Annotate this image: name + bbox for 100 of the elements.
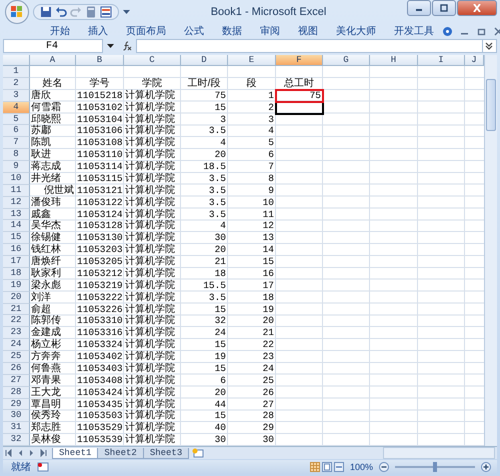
table-cell-text: 3.5 [208,172,227,185]
row-header[interactable]: 30 [3,410,30,422]
row-header[interactable]: 4 [3,102,30,114]
table-cell-text: 计算机学院 [124,398,176,410]
row-header[interactable]: 13 [3,208,30,220]
table-cell-text: 6 [267,149,275,161]
office-button[interactable] [5,0,29,24]
row-header[interactable]: 31 [3,422,30,434]
row-header[interactable]: 22 [3,315,30,328]
row-header[interactable]: 17 [3,256,30,268]
help-icon[interactable] [443,26,452,36]
save-icon[interactable] [40,6,52,18]
table-cell-text: 6 [219,374,227,387]
ribbon-tab[interactable]: 插入 [79,24,117,38]
insert-sheet-icon[interactable] [191,448,206,458]
column-header[interactable]: F [276,55,323,66]
row-header[interactable]: 6 [3,125,30,138]
column-header[interactable]: C [124,55,181,66]
row-header[interactable]: 7 [3,137,30,150]
table-cell-text: 计算机学院 [124,220,176,232]
row-header[interactable]: 26 [3,362,30,375]
ribbon-tab[interactable]: 页面布局 [117,24,175,38]
row-header[interactable]: 20 [3,292,30,304]
formula-input[interactable] [136,39,483,53]
table-cell-text: 计算机学院 [124,114,176,124]
ribbon-tab[interactable]: 视图 [289,24,327,38]
row-header[interactable]: 1 [3,66,30,78]
expand-icon[interactable] [484,41,494,51]
row-header[interactable]: 3 [3,90,30,102]
dropdown-icon[interactable] [107,43,114,49]
row-header[interactable]: 25 [3,351,30,363]
row-header[interactable]: 32 [3,434,30,446]
row-header[interactable]: 16 [3,244,30,256]
column-header[interactable]: H [370,55,418,66]
function-icon[interactable] [122,41,132,51]
zoom-out-icon[interactable] [379,462,389,472]
sheet-tab[interactable]: Sheet2 [97,448,144,458]
column-header[interactable]: D [181,55,228,66]
form-icon[interactable] [100,6,112,18]
dropdown-icon[interactable] [123,9,130,15]
row-header[interactable]: 8 [3,149,30,161]
slider-thumb[interactable] [433,462,437,472]
row-header[interactable]: 24 [3,339,30,351]
sheet-tab[interactable]: Sheet3 [142,448,190,458]
row-header[interactable]: 2 [3,78,30,90]
ribbon-tab[interactable]: 开发工具 [385,24,443,38]
column-header[interactable]: E [228,55,276,66]
table-cell-text: 耿家利 [30,268,62,280]
page-break-icon[interactable] [334,462,344,472]
ribbon-tab[interactable]: 数据 [213,24,251,38]
zoom-in-icon[interactable] [481,462,491,472]
column-header[interactable]: I [418,55,465,66]
row-header[interactable]: 27 [3,374,30,387]
macro-record-icon[interactable] [37,462,49,472]
minimize-button[interactable] [407,0,431,16]
ribbon-tab[interactable]: 公式 [175,24,213,38]
row-header[interactable]: 10 [3,172,30,185]
table-cell-text: 5 [267,137,275,150]
ribbon-tab[interactable]: 审阅 [251,24,289,38]
restore-button[interactable] [432,0,456,16]
row-header[interactable]: 14 [3,220,30,232]
column-header[interactable]: A [30,55,76,66]
ribbon-tab[interactable]: 开始 [41,24,79,38]
table-cell-text: 20 [262,315,275,328]
column-header[interactable]: B [76,55,124,66]
sheet-navigation-icon[interactable] [38,449,47,457]
sheet-navigation-icon[interactable] [5,449,14,457]
table-cell-text: 计算机学院 [124,125,176,136]
row-header[interactable]: 18 [3,268,30,280]
row-header[interactable]: 9 [3,161,30,173]
table-cell-text: 18 [262,292,275,304]
row-header[interactable]: 11 [3,184,30,197]
horizontal-scrollbar[interactable] [383,447,495,459]
row-header[interactable]: 12 [3,196,30,208]
table-cell-text: 15 [214,339,227,351]
ribbon-tab[interactable]: 美化大师 [327,24,385,38]
page-layout-icon[interactable] [322,462,332,472]
row-header[interactable]: 21 [3,304,30,316]
row-header[interactable]: 29 [3,398,30,410]
table-cell-text: 何鲁燕 [30,362,62,374]
undo-icon[interactable] [55,6,67,18]
row-header[interactable]: 5 [3,114,30,126]
restore-icon[interactable] [477,26,486,36]
row-header[interactable]: 23 [3,327,30,340]
vertical-scrollbar[interactable] [484,55,497,446]
name-box[interactable]: F4 [3,39,103,53]
row-header[interactable]: 15 [3,232,30,244]
table-cell: 11053408 [76,374,124,387]
selected-cell[interactable] [276,102,323,114]
sheet-tab[interactable]: Sheet1 [52,448,98,458]
column-header[interactable]: J [465,55,484,66]
normal-view-icon[interactable] [310,462,320,472]
table-cell-text: 计算机学院 [124,244,176,256]
column-header[interactable]: G [323,55,370,66]
row-header[interactable]: 28 [3,386,30,398]
calculator-icon[interactable] [85,6,97,18]
table-cell-text: 潘俊玮 [30,196,62,208]
row-header[interactable]: 19 [3,280,30,292]
close-button[interactable] [457,0,497,16]
zoom-level[interactable]: 100% [350,462,373,472]
